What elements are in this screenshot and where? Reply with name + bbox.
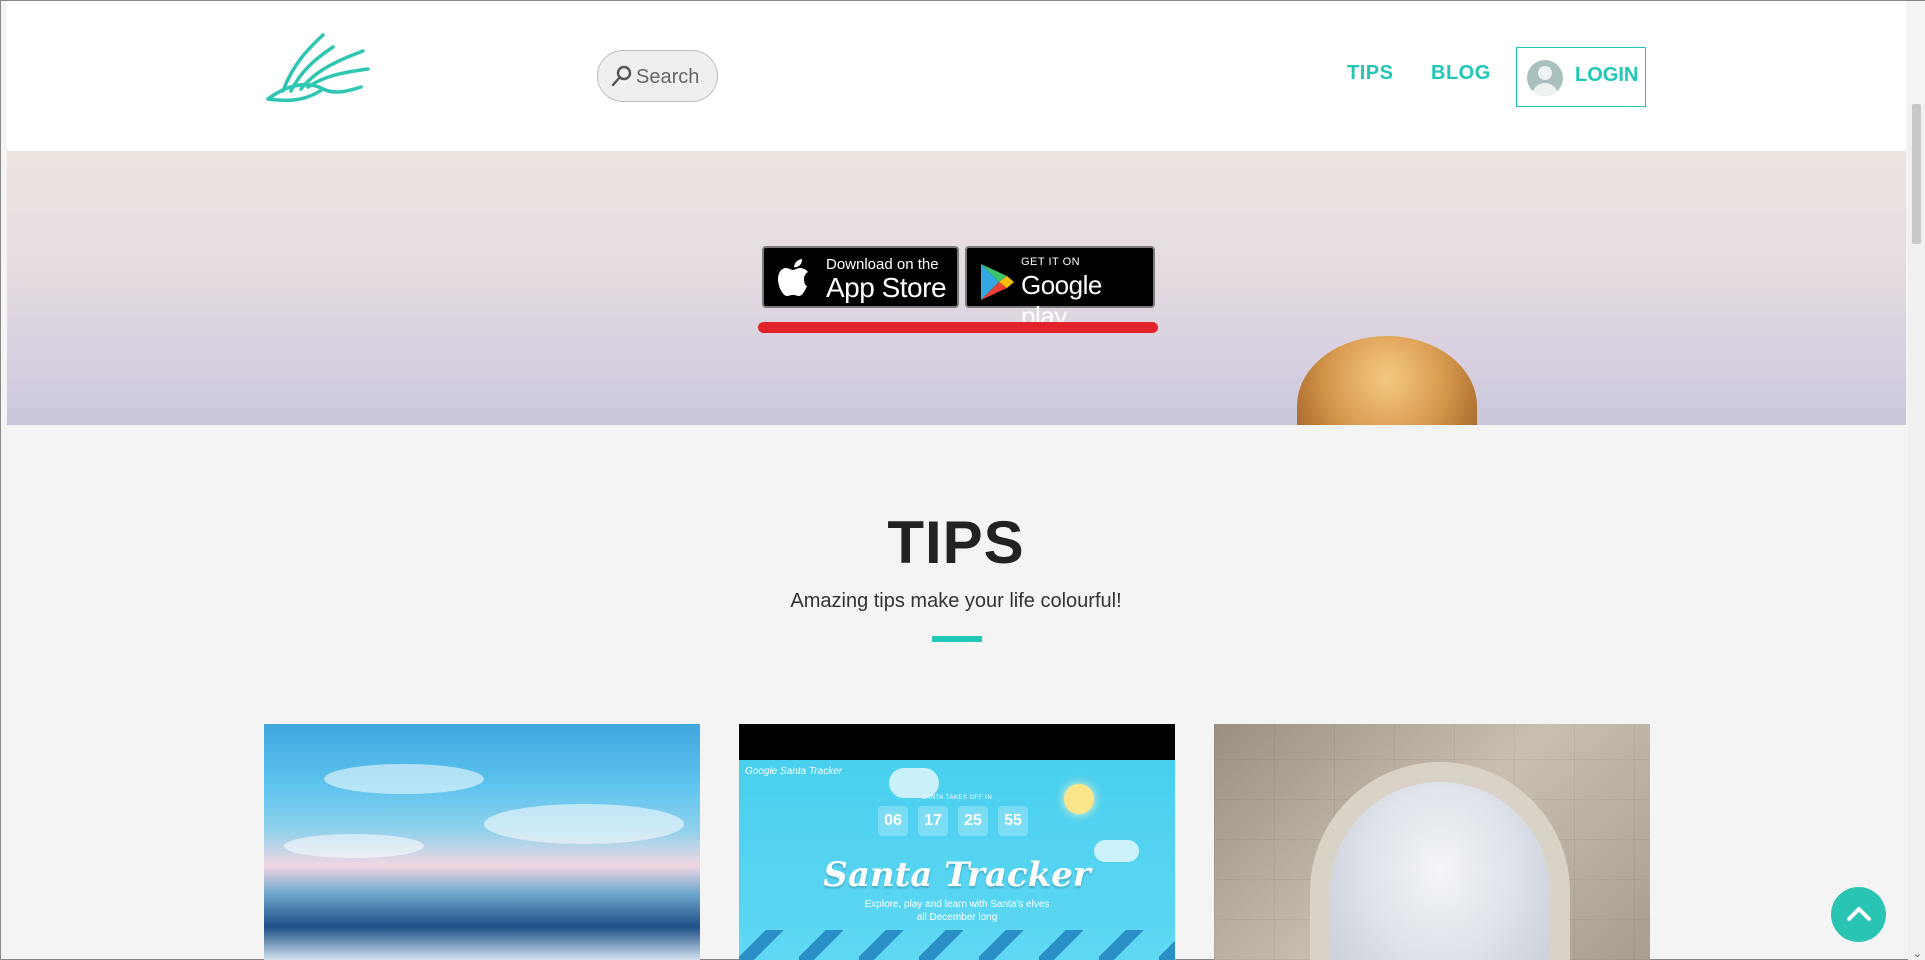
app-store-small-text: Download on the xyxy=(826,256,939,273)
avatar-icon xyxy=(1527,60,1563,96)
window-border-left xyxy=(0,0,1,960)
nav-blog[interactable]: BLOG xyxy=(1431,62,1491,85)
google-play-small-text: GET IT ON xyxy=(1021,256,1081,268)
scroll-down-arrow-icon[interactable]: ⌄ xyxy=(1913,947,1922,960)
section-divider xyxy=(932,636,982,642)
countdown-hours: 17 xyxy=(918,806,948,836)
scrollbar-thumb[interactable] xyxy=(1912,104,1921,244)
santa-brand: Google Santa Tracker xyxy=(745,766,843,777)
nav-tips[interactable]: TIPS xyxy=(1347,62,1393,85)
section-title: TIPS xyxy=(887,509,1025,576)
santa-description: Explore, play and learn with Santa's elv… xyxy=(864,899,1050,923)
tip-card-arch[interactable] xyxy=(1214,724,1650,960)
site-header: TIPS BLOG LOGIN xyxy=(7,1,1906,151)
tip-card-santa-tracker[interactable]: Google Santa Tracker SANTA TAKES OFF IN … xyxy=(739,724,1175,960)
santa-tracker-image: Google Santa Tracker SANTA TAKES OFF IN … xyxy=(739,760,1175,960)
mountains-decoration xyxy=(739,930,1175,960)
google-play-button[interactable]: GET IT ON Google play xyxy=(965,246,1155,331)
scroll-to-top-button[interactable] xyxy=(1831,887,1886,942)
countdown-minutes: 25 xyxy=(958,806,988,836)
login-label: LOGIN xyxy=(1575,64,1639,86)
highlight-underline xyxy=(758,322,1158,333)
tip-card-sky[interactable] xyxy=(264,724,700,960)
chevron-up-icon xyxy=(1847,907,1871,921)
countdown-seconds: 55 xyxy=(998,806,1028,836)
hero-person-image xyxy=(1297,336,1477,425)
countdown-days: 06 xyxy=(878,806,908,836)
login-button[interactable]: LOGIN xyxy=(1516,47,1646,107)
app-store-big-text: App Store xyxy=(826,272,947,303)
section-subtitle: Amazing tips make your life colourful! xyxy=(790,590,1122,612)
search-box[interactable] xyxy=(597,50,718,102)
santa-caption: SANTA TAKES OFF IN xyxy=(921,795,993,801)
app-store-button[interactable]: Download on the App Store xyxy=(762,246,959,308)
search-input[interactable] xyxy=(636,64,712,90)
search-icon xyxy=(611,65,632,87)
hero-banner: Download on the App Store GET IT ON Goog… xyxy=(7,151,1906,425)
santa-title: Santa Tracker xyxy=(823,855,1091,895)
google-play-icon xyxy=(981,264,1014,300)
apple-icon xyxy=(778,259,808,296)
bird-logo[interactable] xyxy=(263,29,373,109)
